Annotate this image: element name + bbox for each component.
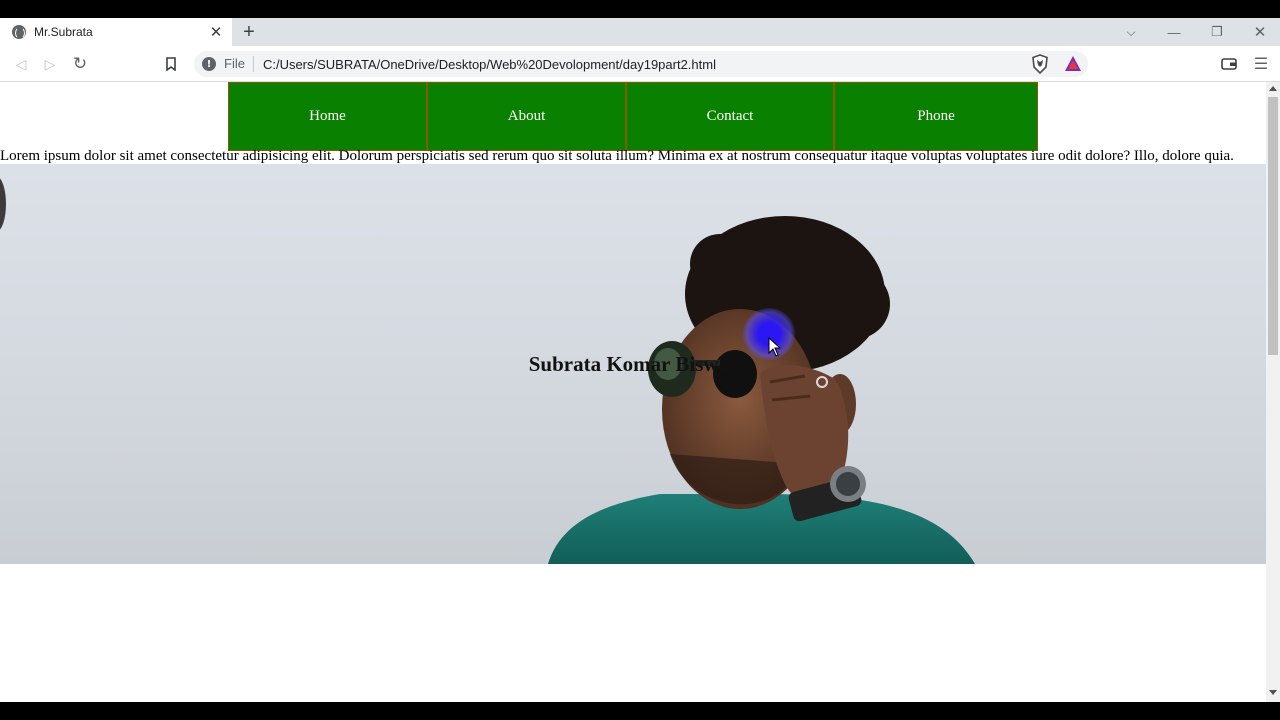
minimize-icon[interactable]: — — [1153, 18, 1195, 46]
tab-close-icon[interactable]: ✕ — [206, 22, 226, 42]
screen-bottom-border — [0, 702, 1280, 720]
browser-tab[interactable]: Mr.Subrata ✕ — [0, 18, 232, 46]
scroll-up-arrow-icon[interactable] — [1269, 86, 1277, 91]
vertical-scrollbar[interactable] — [1266, 82, 1280, 702]
nav-contact[interactable]: Contact — [626, 82, 834, 151]
url-text[interactable]: C:/Users/SUBRATA/OneDrive/Desktop/Web%20… — [263, 57, 1088, 72]
wallet-icon[interactable] — [1217, 52, 1241, 76]
tab-bar: Mr.Subrata ✕ + ⌵ — ❐ ✕ — [0, 18, 1280, 46]
nav-about[interactable]: About — [427, 82, 626, 151]
screen-top-border — [0, 0, 1280, 18]
tab-search-icon[interactable]: ⌵ — [1110, 18, 1152, 46]
file-label: File — [224, 56, 254, 72]
new-tab-button[interactable]: + — [238, 21, 260, 43]
scroll-down-arrow-icon[interactable] — [1269, 690, 1277, 695]
brave-rewards-icon[interactable] — [1063, 54, 1083, 74]
main-nav: Home About Contact Phone — [228, 82, 1038, 151]
forward-icon[interactable]: ▷ — [38, 52, 62, 76]
address-bar[interactable]: ! File C:/Users/SUBRATA/OneDrive/Desktop… — [194, 51, 1088, 77]
intro-paragraph: Lorem ipsum dolor sit amet consectetur a… — [0, 148, 1234, 164]
reload-icon[interactable]: ↻ — [68, 52, 92, 76]
nav-home[interactable]: Home — [228, 82, 427, 151]
page-viewport: Home About Contact Phone Lorem ipsum dol… — [0, 82, 1266, 702]
scrollbar-thumb[interactable] — [1268, 97, 1278, 355]
site-info-icon[interactable]: ! — [202, 57, 216, 71]
hero-name: Subrata Komar Biswas — [528, 352, 738, 376]
menu-icon[interactable]: ☰ — [1249, 52, 1273, 76]
restore-icon[interactable]: ❐ — [1196, 18, 1238, 46]
hero-section: Subrata Komar Biswas — [0, 164, 1266, 564]
globe-icon — [12, 25, 26, 39]
back-icon[interactable]: ◁ — [9, 52, 33, 76]
brave-shield-icon[interactable] — [1031, 54, 1049, 75]
nav-phone[interactable]: Phone — [834, 82, 1038, 151]
tab-title: Mr.Subrata — [34, 25, 93, 39]
browser-toolbar: ◁ ▷ ↻ ! File C:/Users/SUBRATA/OneDrive/D… — [0, 46, 1280, 82]
mouse-pointer-icon — [768, 337, 782, 357]
bookmark-icon[interactable] — [159, 52, 183, 76]
window-close-icon[interactable]: ✕ — [1239, 18, 1280, 46]
